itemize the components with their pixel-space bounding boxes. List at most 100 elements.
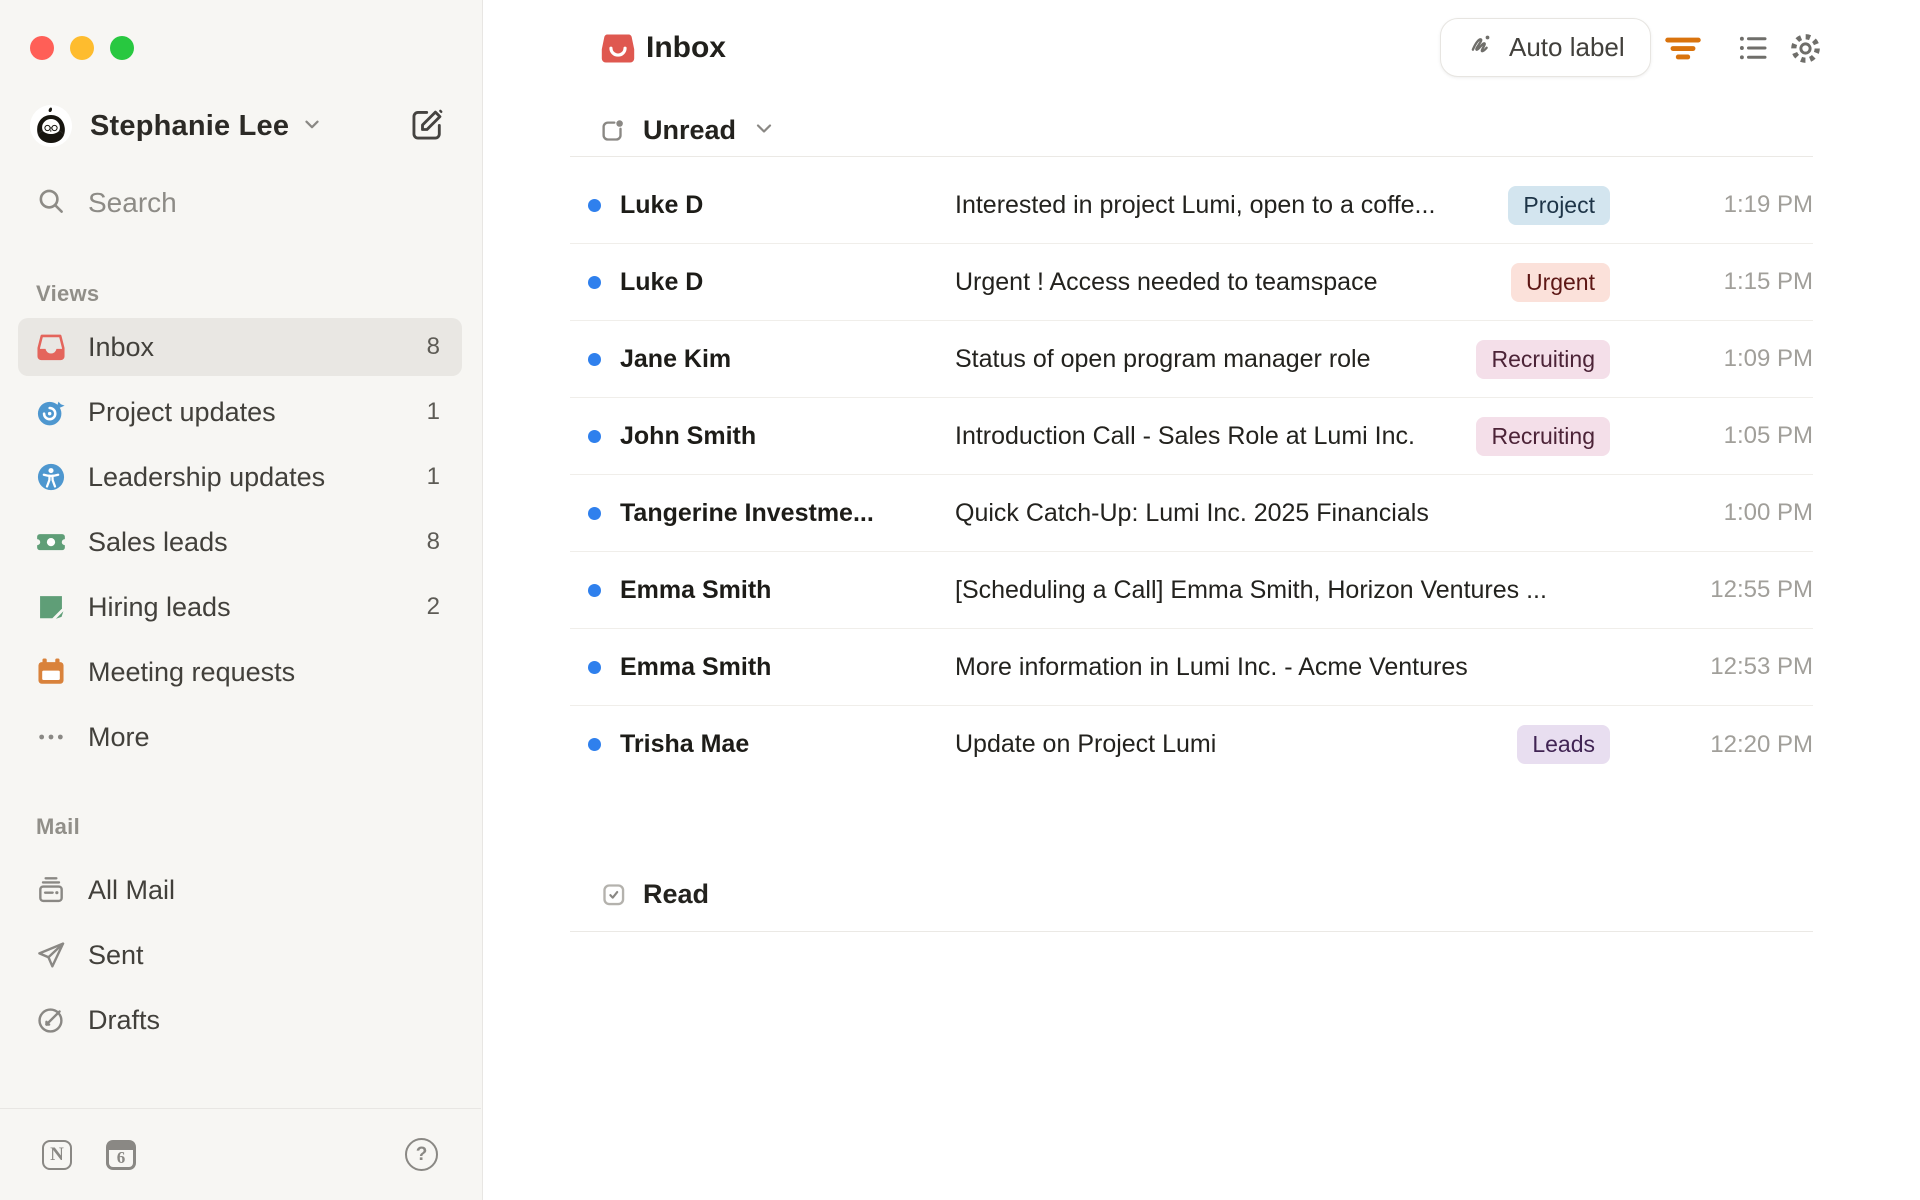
chevron-down-icon (752, 116, 776, 145)
account-switcher[interactable]: Stephanie Lee (30, 103, 452, 149)
email-row[interactable]: Tangerine Investme... Quick Catch-Up: Lu… (570, 475, 1813, 552)
email-label-chip: Recruiting (1476, 339, 1610, 379)
sidebar-item-sales-leads[interactable]: Sales leads 8 (18, 513, 462, 571)
notion-logo-icon[interactable]: N (42, 1139, 72, 1170)
sidebar-item-label: Drafts (88, 1004, 161, 1035)
unread-dot (588, 275, 601, 289)
email-subject: Status of open program manager role (955, 344, 1371, 373)
read-section-toggle[interactable]: Read (570, 858, 1813, 932)
sidebar-item-label: Meeting requests (88, 656, 296, 687)
main-header: Inbox Auto label (484, 0, 1920, 96)
sidebar-item-inbox[interactable]: Inbox 8 (18, 318, 462, 376)
main-content: Inbox Auto label Unread Luke D Intereste… (484, 0, 1920, 1200)
unread-dot (588, 583, 601, 597)
auto-label-button[interactable]: Auto label (1440, 18, 1651, 77)
sidebar-item-drafts[interactable]: Drafts (18, 991, 462, 1049)
email-sender: Emma Smith (620, 575, 772, 604)
item-count: 1 (426, 398, 440, 425)
unread-dot (588, 660, 601, 674)
email-list: Luke D Interested in project Lumi, open … (570, 167, 1813, 783)
email-time: 1:19 PM (1723, 191, 1813, 218)
email-subject: [Scheduling a Call] Emma Smith, Horizon … (955, 575, 1547, 604)
email-label-chip: Leads (1517, 725, 1610, 764)
unread-dot (588, 429, 601, 443)
calendar-app-icon[interactable]: 6 (106, 1139, 136, 1170)
email-time: 12:53 PM (1710, 653, 1813, 680)
views-list: Inbox 8 Project updates 1 Leadership upd… (18, 318, 462, 773)
send-icon (35, 939, 67, 971)
email-sender: Luke D (620, 267, 704, 296)
read-label: Read (643, 879, 710, 909)
search-placeholder: Search (88, 187, 177, 218)
sidebar-item-all-mail[interactable]: All Mail (18, 861, 462, 919)
email-sender: Jane Kim (620, 344, 732, 373)
compose-button[interactable] (408, 107, 446, 145)
close-window-button[interactable] (30, 36, 54, 60)
email-subject: Introduction Call - Sales Role at Lumi I… (955, 421, 1415, 450)
zoom-window-button[interactable] (110, 36, 134, 60)
sidebar-item-sent[interactable]: Sent (18, 926, 462, 984)
minimize-window-button[interactable] (70, 36, 94, 60)
email-sender: Trisha Mae (620, 730, 750, 758)
sidebar-item-hiring-leads[interactable]: Hiring leads 2 (18, 578, 462, 636)
email-subject: Update on Project Lumi (955, 730, 1217, 758)
sidebar-item-label: Project updates (88, 396, 276, 427)
mail-section-title: Mail (36, 814, 80, 839)
email-subject: Quick Catch-Up: Lumi Inc. 2025 Financial… (955, 498, 1429, 527)
sidebar-item-more[interactable]: More (18, 708, 462, 766)
allmail-icon (35, 874, 67, 906)
auto-label-icon (1466, 29, 1496, 66)
email-row[interactable]: Trisha Mae Update on Project Lumi Leads … (570, 706, 1813, 783)
item-count: 1 (426, 463, 440, 490)
email-subject: Urgent ! Access needed to teamspace (955, 267, 1378, 296)
unread-dot (588, 738, 601, 751)
page-title: Inbox (646, 31, 726, 64)
email-row[interactable]: Jane Kim Status of open program manager … (570, 321, 1813, 398)
sidebar-item-label: Leadership updates (88, 461, 326, 492)
sidebar-item-label: Sent (88, 939, 144, 970)
calendar-icon (35, 656, 67, 688)
sidebar-item-label: All Mail (88, 874, 176, 905)
email-sender: John Smith (620, 421, 757, 450)
avatar (30, 105, 72, 147)
email-row[interactable]: Emma Smith More information in Lumi Inc.… (570, 629, 1813, 706)
user-name: Stephanie Lee (90, 109, 290, 142)
email-row[interactable]: Emma Smith [Scheduling a Call] Emma Smit… (570, 552, 1813, 629)
unread-icon (598, 117, 625, 144)
item-count: 2 (426, 593, 440, 620)
draft-icon (35, 1004, 67, 1036)
email-row[interactable]: John Smith Introduction Call - Sales Rol… (570, 398, 1813, 475)
sidebar-item-label: Hiring leads (88, 591, 231, 622)
target-icon (35, 396, 67, 428)
help-icon[interactable]: ? (405, 1138, 438, 1171)
sidebar: Stephanie Lee Search Views Inbox 8 Proje… (0, 0, 483, 1200)
sidebar-item-project-updates[interactable]: Project updates 1 (18, 383, 462, 441)
email-time: 1:09 PM (1723, 345, 1813, 372)
chevron-down-icon (301, 113, 323, 140)
email-label-chip: Recruiting (1476, 416, 1610, 456)
inbox-icon (600, 30, 636, 66)
search-field[interactable]: Search (36, 182, 177, 224)
unread-filter[interactable]: Unread (570, 104, 1813, 157)
unread-label: Unread (643, 114, 737, 145)
email-time: 12:20 PM (1710, 730, 1813, 758)
person-icon (35, 461, 67, 493)
sidebar-item-leadership-updates[interactable]: Leadership updates 1 (18, 448, 462, 506)
item-count: 8 (426, 333, 440, 360)
views-section-title: Views (36, 281, 100, 306)
email-row[interactable]: Luke D Interested in project Lumi, open … (570, 167, 1813, 244)
filter-icon[interactable] (1661, 26, 1705, 70)
inbox-icon (35, 331, 67, 363)
auto-label-text: Auto label (1509, 32, 1625, 62)
email-sender: Tangerine Investme... (620, 498, 874, 527)
sidebar-item-meeting-requests[interactable]: Meeting requests (18, 643, 462, 701)
email-row[interactable]: Luke D Urgent ! Access needed to teamspa… (570, 244, 1813, 321)
mail-list: All Mail Sent Drafts (18, 861, 462, 1056)
email-time: 12:55 PM (1710, 576, 1813, 603)
email-label-chip: Urgent (1510, 262, 1610, 302)
email-sender: Emma Smith (620, 652, 772, 681)
unread-dot (588, 506, 601, 520)
gear-icon[interactable] (1783, 26, 1827, 70)
email-subject: Interested in project Lumi, open to a co… (955, 190, 1436, 219)
list-view-icon[interactable] (1731, 26, 1775, 70)
